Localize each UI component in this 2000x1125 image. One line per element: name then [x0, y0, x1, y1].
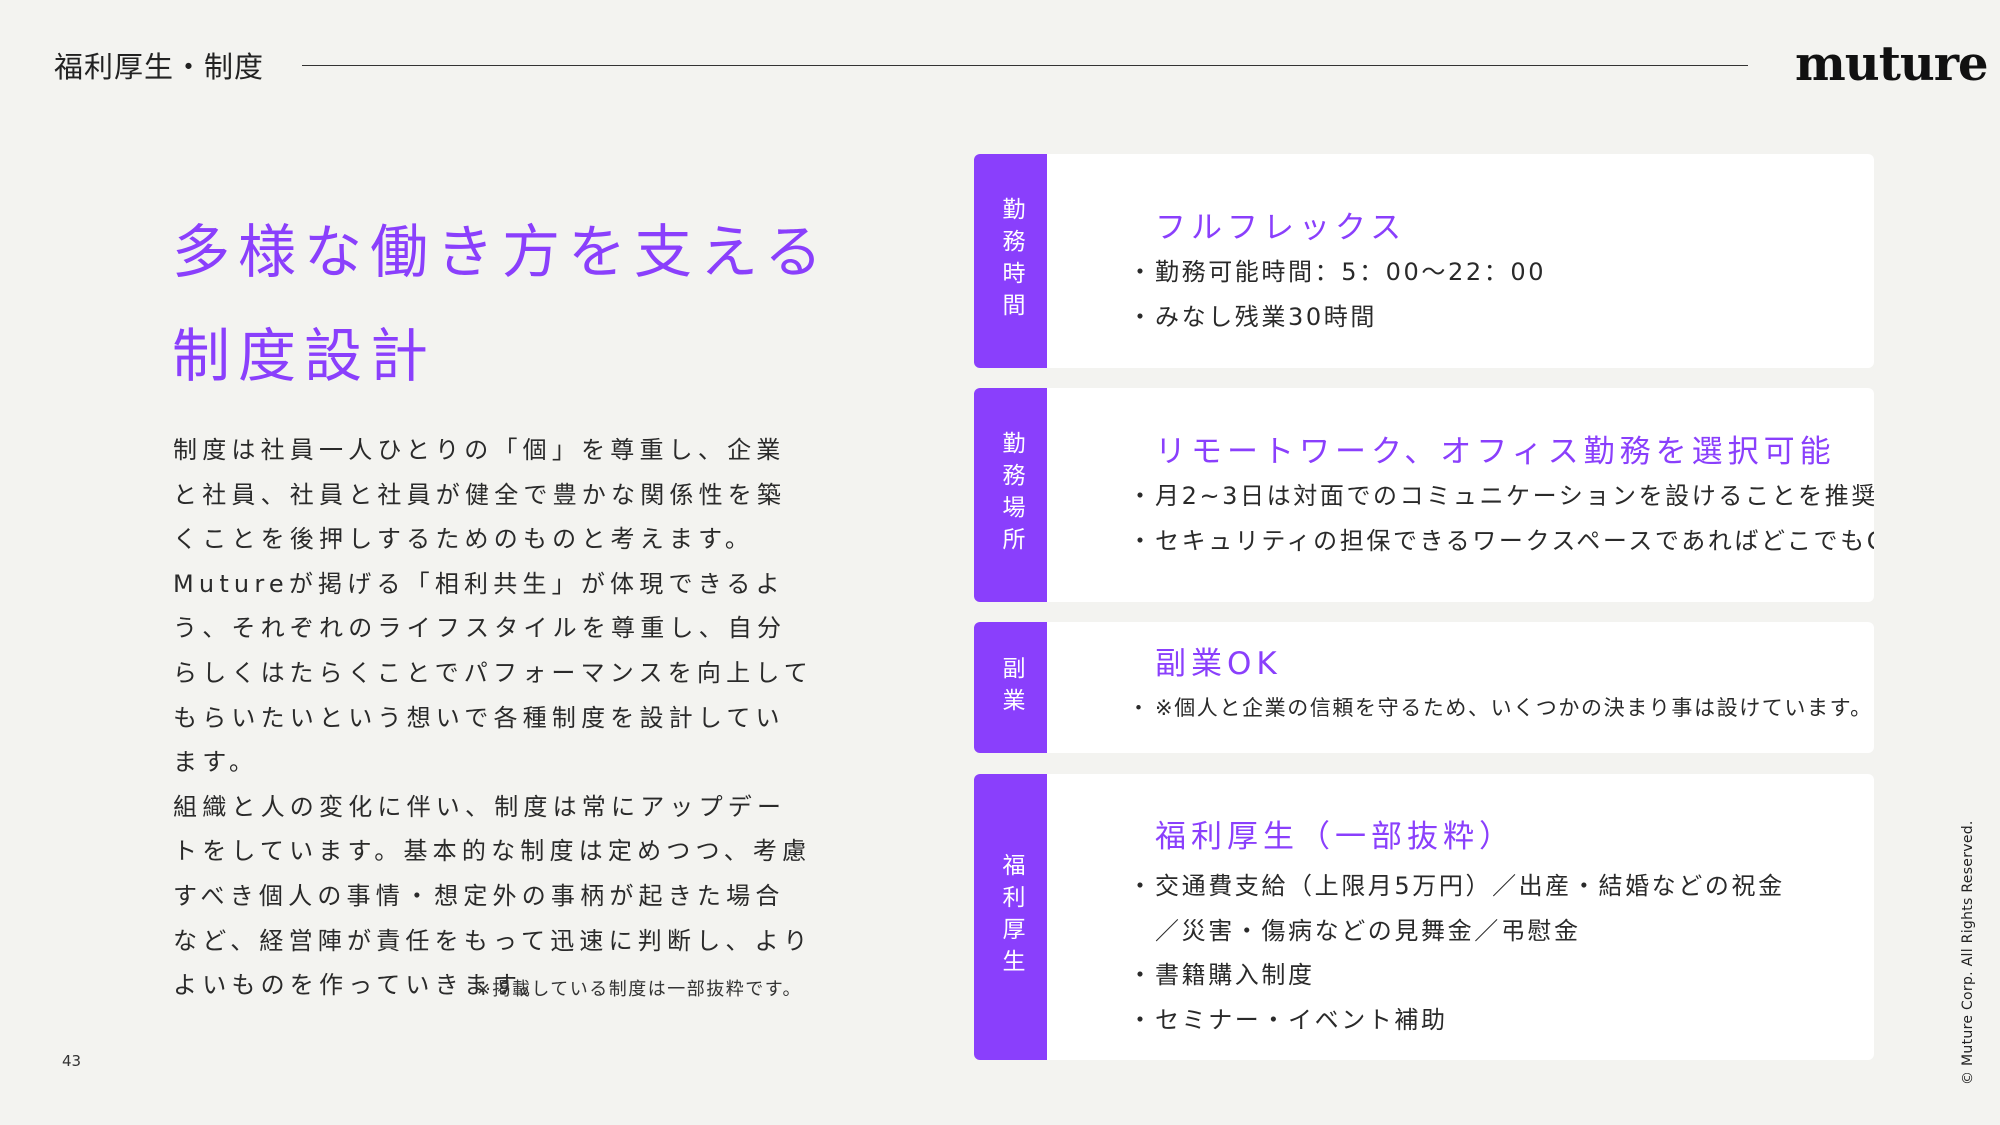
card-body: フルフレックス ・勤務可能時間：5：00〜22：00 ・みなし残業30時間 [1047, 154, 1874, 368]
list-item: ・月2~3日は対面でのコミュニケーションを設けることを推奨 [1128, 474, 1874, 519]
bullet-icon: ・ [1128, 526, 1155, 555]
list-item: ・セキュリティの担保できるワークスペースであればどこでもOK [1128, 519, 1874, 564]
headline-line-1: 多様な働き方を支える [172, 218, 831, 286]
list-item: ・勤務可能時間：5：00〜22：00 [1128, 250, 1854, 295]
list-item: ・交通費支給（上限月5万円）／出産・結婚などの祝金 [1128, 864, 1854, 909]
card-heading: リモートワーク、オフィス勤務を選択可能 [1155, 434, 1836, 470]
muture-logo: muture [1795, 36, 1989, 92]
card-tab-label: 勤務時間 [998, 197, 1024, 325]
excerpt-note: ※掲載している制度は一部抜粋です。 [475, 979, 802, 1000]
card-tab: 勤務時間 [974, 154, 1047, 368]
card-tab-label: 副業 [998, 655, 1024, 720]
card-tab: 福利厚生 [974, 774, 1047, 1060]
bullet-icon: ・ [1128, 872, 1155, 900]
section-title: 福利厚生・制度 [54, 50, 265, 84]
card-heading: 福利厚生（一部抜粋） [1155, 819, 1515, 855]
description-paragraph-1: 制度は社員一人ひとりの「個」を尊重し、企業と社員、社員と社員が健全で豊かな関係性… [173, 436, 787, 554]
card-tab-label: 勤務場所 [998, 431, 1024, 559]
card-item-list: ・勤務可能時間：5：00〜22：00 ・みなし残業30時間 [1128, 250, 1854, 340]
card-tab-label: 福利厚生 [998, 853, 1024, 981]
bullet-icon: ・ [1128, 258, 1155, 286]
page-number: 43 [62, 1052, 82, 1070]
page-headline: 多様な働き方を支える 制度設計 [172, 200, 832, 408]
card-benefits: 福利厚生 福利厚生（一部抜粋） ・交通費支給（上限月5万円）／出産・結婚などの祝… [974, 774, 1874, 1060]
card-body: リモートワーク、オフィス勤務を選択可能 ・月2~3日は対面でのコミュニケーション… [1047, 388, 1874, 602]
bullet-icon: ・ [1128, 482, 1155, 510]
card-tab: 副業 [974, 622, 1047, 753]
bullet-icon: ・ [1128, 696, 1151, 720]
card-work-location: 勤務場所 リモートワーク、オフィス勤務を選択可能 ・月2~3日は対面でのコミュニ… [974, 388, 1874, 602]
card-body: 副業OK ・ ※個人と企業の信頼を守るため、いくつかの決まり事は設けています。 [1047, 622, 1874, 753]
card-body: 福利厚生（一部抜粋） ・交通費支給（上限月5万円）／出産・結婚などの祝金 ／災害… [1047, 774, 1874, 1060]
card-tab: 勤務場所 [974, 388, 1047, 602]
bullet-icon: ・ [1128, 302, 1155, 331]
list-item: ・セミナー・イベント補助 [1128, 998, 1854, 1043]
description-body: 制度は社員一人ひとりの「個」を尊重し、企業と社員、社員と社員が健全で豊かな関係性… [173, 428, 813, 1008]
bullet-icon: ・ [1128, 961, 1155, 990]
card-heading: フルフレックス [1155, 210, 1407, 246]
list-item: ・ ※個人と企業の信頼を守るため、いくつかの決まり事は設けています。 [1128, 686, 1873, 731]
card-side-job: 副業 副業OK ・ ※個人と企業の信頼を守るため、いくつかの決まり事は設けています… [974, 622, 1874, 753]
list-item: ・みなし残業30時間 [1128, 295, 1854, 340]
headline-line-2: 制度設計 [172, 322, 437, 390]
copyright-notice: © Muture Corp. All Rights Reserved. [1960, 820, 1976, 1085]
list-item: ・書籍購入制度 [1128, 953, 1854, 998]
card-item-list: ・ ※個人と企業の信頼を守るため、いくつかの決まり事は設けています。 [1128, 686, 1873, 731]
description-paragraph-2: Mutureが掲げる「相利共生」が体現できるよう、それぞれのライフスタイルを尊重… [173, 569, 813, 777]
card-work-hours: 勤務時間 フルフレックス ・勤務可能時間：5：00〜22：00 ・みなし残業30… [974, 154, 1874, 368]
bullet-icon: ・ [1128, 1005, 1155, 1034]
list-item-continuation: ／災害・傷病などの見舞金／弔慰金 [1155, 916, 1581, 945]
header-divider [302, 65, 1748, 66]
card-heading: 副業OK [1155, 646, 1282, 682]
card-item-list: ・交通費支給（上限月5万円）／出産・結婚などの祝金 ／災害・傷病などの見舞金／弔… [1128, 864, 1854, 1043]
card-item-list: ・月2~3日は対面でのコミュニケーションを設けることを推奨 ・セキュリティの担保… [1128, 474, 1874, 564]
